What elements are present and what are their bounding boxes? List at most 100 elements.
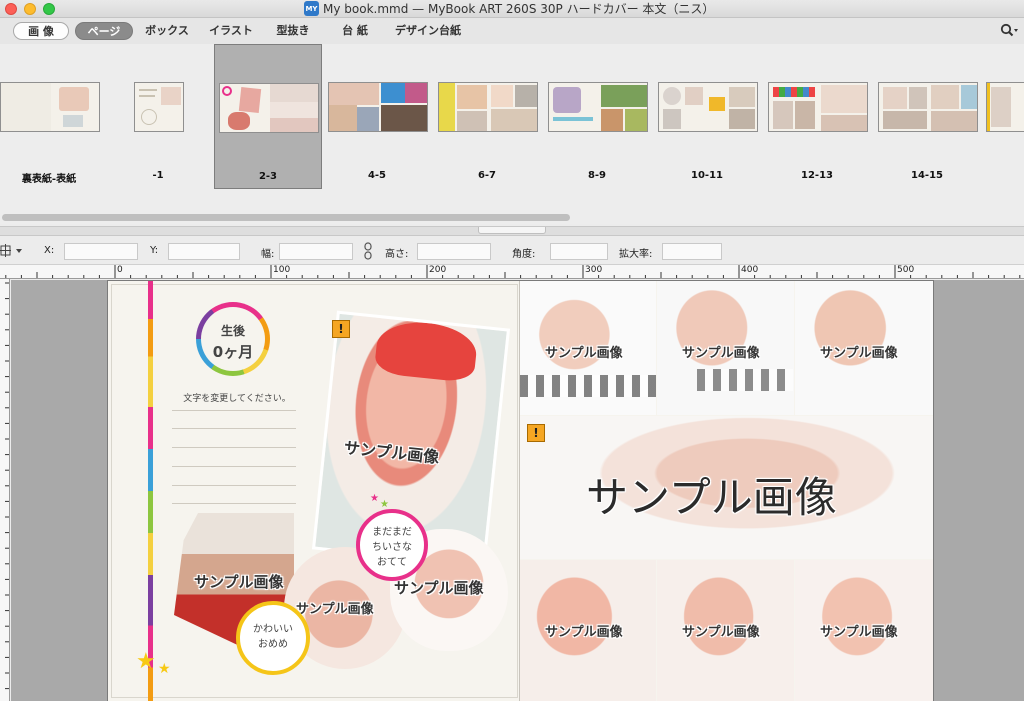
writing-line	[172, 503, 296, 504]
page-thumb-label: -1	[152, 170, 164, 181]
bubble-text-line: おめめ	[258, 639, 288, 650]
thumbnail-scrollbar[interactable]	[2, 214, 570, 221]
tab-illust[interactable]: イラスト	[205, 22, 257, 40]
page-thumb-image	[548, 82, 648, 132]
age-badge-line2: 0ヶ月	[212, 343, 254, 361]
zoom-window-button[interactable]	[43, 3, 55, 15]
page-thumb-cover[interactable]: 裏表紙-表紙	[0, 44, 108, 189]
page-thumb-partial[interactable]	[982, 44, 1024, 189]
ruler-ticks	[5, 265, 1021, 278]
page-thumb-image	[438, 82, 538, 132]
angle-label: 角度:	[512, 249, 536, 260]
tab-box[interactable]: ボックス	[141, 22, 193, 40]
star-icon: ★	[136, 649, 156, 674]
sample-image-label: サンプル画像	[682, 625, 760, 640]
caption-bubble-eyes[interactable]: かわいい おめめ	[236, 601, 310, 675]
age-badge-line1: 生後	[220, 324, 245, 338]
window-title: My book.mmd — MyBook ART 260S 30P ハードカバー…	[323, 2, 715, 16]
page-thumb-image	[219, 83, 319, 133]
age-badge[interactable]: 生後 0ヶ月	[196, 302, 270, 376]
page-thumb-14-15[interactable]: 14-15	[872, 44, 982, 189]
ruler-mark: 100	[273, 265, 291, 275]
tab-page[interactable]: ページ	[75, 22, 133, 40]
horizontal-ruler: 0 100 200 300 400 500	[0, 265, 1024, 279]
ruler-mark: 200	[429, 265, 447, 275]
photo-detail-hat	[373, 318, 479, 384]
aspect-link-icon[interactable]	[364, 242, 372, 260]
page-thumb-image	[768, 82, 868, 132]
spread-gutter	[519, 281, 520, 701]
sample-image-label-large: サンプル画像	[586, 473, 837, 522]
page-thumb-label: 2-3	[258, 171, 278, 182]
close-window-button[interactable]	[5, 3, 17, 15]
y-field[interactable]	[168, 243, 240, 260]
page-thumb-6-7[interactable]: 6-7	[432, 44, 542, 189]
width-field[interactable]	[279, 243, 353, 260]
x-field[interactable]	[64, 243, 138, 260]
transform-origin-icon[interactable]	[0, 244, 24, 258]
warning-icon[interactable]: !	[332, 320, 350, 338]
layout-canvas: 生後 0ヶ月 文字を変更してください。 ! サンプル画像 サンプル画像 サンプル…	[11, 280, 1024, 701]
caption-bubble-hands[interactable]: まだまだ ちいさな おてて	[356, 509, 428, 581]
minimize-window-button[interactable]	[24, 3, 36, 15]
page-spread: 生後 0ヶ月 文字を変更してください。 ! サンプル画像 サンプル画像 サンプル…	[108, 281, 933, 701]
writing-line	[172, 410, 296, 411]
page-thumb-1[interactable]: -1	[108, 44, 208, 189]
bubble-text-line: おてて	[377, 557, 407, 568]
ruler-mark: 300	[585, 265, 603, 275]
ruler-mark: 500	[897, 265, 915, 275]
y-label: Y:	[150, 245, 159, 256]
splitter-handle[interactable]	[478, 227, 546, 234]
sample-image-label: サンプル画像	[682, 346, 760, 361]
page-thumb-image	[0, 82, 100, 132]
decorative-color-bar	[148, 281, 153, 701]
tab-image[interactable]: 画 像	[13, 22, 69, 40]
writing-line	[172, 485, 296, 486]
bubble-text-line: かわいい	[253, 624, 293, 635]
app-document-icon: MY	[304, 1, 319, 16]
ruler-mark: 400	[741, 265, 759, 275]
page-thumbnail-strip: 裏表紙-表紙 -1 2-3 4-5 6-7 8-9 10-11 12-13 14…	[0, 44, 1024, 212]
page-thumb-label: 14-15	[911, 170, 943, 181]
sample-image-label: サンプル画像	[194, 573, 284, 591]
star-icon: ★	[370, 493, 379, 504]
tab-design-mount[interactable]: デザイン台紙	[389, 22, 467, 40]
vertical-ruler	[0, 279, 10, 701]
ruler-ticks	[5, 282, 9, 690]
star-icon: ★	[158, 661, 171, 677]
writing-line	[172, 428, 296, 429]
page-thumb-label: 12-13	[801, 170, 833, 181]
sample-image-label: サンプル画像	[545, 625, 623, 640]
page-thumb-4-5[interactable]: 4-5	[322, 44, 432, 189]
bubble-text-line: まだまだ	[372, 527, 412, 538]
page-thumb-10-11[interactable]: 10-11	[652, 44, 762, 189]
sample-image-label: サンプル画像	[545, 346, 623, 361]
height-field[interactable]	[417, 243, 491, 260]
page-thumb-label: 6-7	[477, 170, 497, 181]
angle-field[interactable]	[550, 243, 608, 260]
sample-image-label: サンプル画像	[394, 579, 484, 597]
sample-image-label: サンプル画像	[820, 346, 898, 361]
tab-mount[interactable]: 台 紙	[333, 22, 377, 40]
writing-line	[172, 447, 296, 448]
writing-line	[172, 466, 296, 467]
page-thumb-12-13[interactable]: 12-13	[762, 44, 872, 189]
page-thumb-label: 裏表紙-表紙	[21, 174, 77, 185]
search-icon[interactable]	[1000, 23, 1018, 39]
width-label: 幅:	[261, 249, 275, 260]
page-thumb-image	[658, 82, 758, 132]
title-bar: MY My book.mmd — MyBook ART 260S 30P ハード…	[0, 0, 1024, 18]
age-badge-inner: 生後 0ヶ月	[201, 307, 265, 371]
tab-cutout[interactable]: 型抜き	[268, 22, 318, 40]
scale-field[interactable]	[662, 243, 722, 260]
scale-label: 拡大率:	[619, 249, 653, 260]
page-thumb-image	[986, 82, 1024, 132]
ruler-mark: 0	[117, 265, 123, 275]
page-thumb-label: 8-9	[587, 170, 607, 181]
height-label: 高さ:	[385, 249, 409, 260]
page-thumb-2-3[interactable]: 2-3	[214, 44, 322, 189]
caption-placeholder[interactable]: 文字を変更してください。	[172, 391, 302, 404]
warning-icon[interactable]: !	[527, 424, 545, 442]
page-thumb-label: 4-5	[367, 170, 387, 181]
page-thumb-8-9[interactable]: 8-9	[542, 44, 652, 189]
